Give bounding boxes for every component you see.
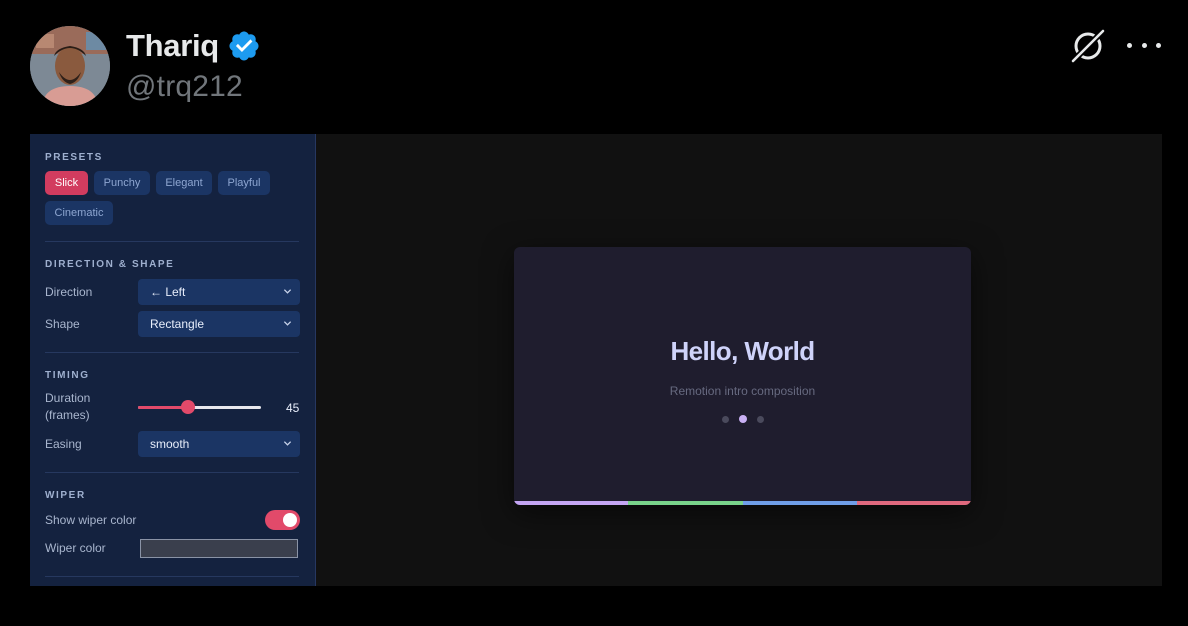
preview-title: Hello, World	[670, 336, 816, 366]
wiper-color-input[interactable]	[140, 539, 298, 558]
wiper-bar-segment	[628, 501, 743, 505]
progress-dot	[739, 415, 747, 423]
author-handle[interactable]: @trq212	[126, 70, 243, 104]
presets-title: PRESETS	[45, 152, 103, 163]
shape-select[interactable]: Rectangle	[138, 311, 300, 337]
more-dot	[1141, 42, 1147, 48]
preset-chip-cinematic[interactable]: Cinematic	[45, 201, 113, 225]
toggle-knob	[283, 513, 297, 527]
chevron-down-icon	[283, 441, 292, 446]
tweet-media-screenshot[interactable]: PRESETS Slick Punchy Elegant Playful Cin…	[30, 134, 1162, 586]
preset-chip-playful[interactable]: Playful	[218, 171, 270, 195]
wiper-color-label: Wiper color	[45, 541, 106, 555]
wiper-bar-segment	[856, 501, 971, 505]
shape-label: Shape	[45, 317, 80, 331]
direction-select-value: ← Left	[150, 285, 186, 299]
timing-title: TIMING	[45, 370, 90, 381]
progress-dot	[722, 415, 729, 423]
progress-dot	[757, 415, 764, 423]
author-name-row[interactable]: Thariq	[126, 28, 261, 64]
wiper-color-bar	[514, 501, 971, 505]
duration-label-line1: Duration	[45, 391, 91, 405]
wiper-bar-segment	[514, 501, 629, 505]
duration-slider[interactable]	[138, 400, 261, 414]
section-divider	[45, 241, 299, 242]
duration-slider-thumb[interactable]	[181, 400, 196, 414]
wiper-title: WIPER	[45, 490, 86, 501]
easing-select-value: smooth	[150, 437, 190, 451]
direction-label: Direction	[45, 285, 93, 299]
grok-icon[interactable]	[1068, 26, 1108, 66]
wiper-bar-segment	[742, 501, 857, 505]
easing-select[interactable]: smooth	[138, 431, 300, 457]
direction-select[interactable]: ← Left	[138, 279, 300, 305]
preview-subtitle: Remotion intro composition	[669, 384, 816, 398]
chevron-down-icon	[283, 321, 292, 326]
duration-label: Duration (frames)	[45, 390, 90, 424]
more-dot	[1156, 42, 1161, 48]
preset-chip-punchy[interactable]: Punchy	[94, 171, 150, 195]
verified-badge-icon	[229, 31, 259, 61]
progress-dots	[722, 415, 764, 423]
preview-card: Hello, World Remotion intro composition	[514, 247, 971, 505]
settings-panel: PRESETS Slick Punchy Elegant Playful Cin…	[30, 134, 316, 586]
preset-chip-elegant[interactable]: Elegant	[156, 171, 212, 195]
chevron-down-icon	[283, 289, 292, 294]
author-avatar[interactable]	[30, 26, 110, 106]
author-name[interactable]: Thariq	[126, 28, 219, 64]
section-divider	[45, 472, 299, 473]
show-wiper-color-label: Show wiper color	[45, 513, 137, 527]
section-divider	[45, 352, 299, 353]
more-dot	[1127, 42, 1132, 48]
more-options-icon[interactable]	[1127, 34, 1161, 56]
duration-label-line2: (frames)	[45, 408, 90, 422]
show-wiper-color-toggle[interactable]	[265, 510, 300, 530]
shape-select-value: Rectangle	[150, 317, 205, 331]
easing-label: Easing	[45, 437, 82, 451]
section-divider	[45, 576, 299, 577]
duration-value: 45	[286, 401, 300, 415]
preset-chip-slick[interactable]: Slick	[45, 171, 88, 195]
direction-shape-title: DIRECTION & SHAPE	[45, 259, 175, 270]
